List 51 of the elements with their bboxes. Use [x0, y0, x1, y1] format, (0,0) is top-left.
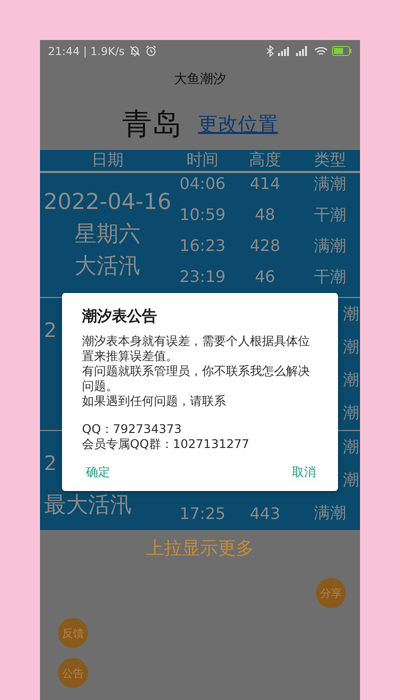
signal-icon	[296, 46, 310, 56]
signal-icon	[278, 46, 292, 56]
time-cell: 04:06	[179, 174, 226, 193]
type-cell: 潮	[343, 403, 359, 422]
dialog-button[interactable]: 取消	[288, 462, 320, 483]
type-cell: 潮	[343, 304, 359, 323]
wifi-icon	[314, 46, 328, 56]
type-cell: 潮	[343, 470, 359, 489]
dialog-text: 潮汐表本身就有误差，需要个人根据具体位置来推算误差值。	[82, 334, 311, 364]
column-header: 时间	[186, 150, 220, 171]
dialog-title: 潮汐表公告	[82, 307, 158, 326]
pull-up-hint: 上拉显示更多	[145, 537, 255, 561]
dialog-text: 如果遇到任何问题，请联系	[82, 394, 227, 409]
height-cell: 443	[250, 504, 280, 523]
city-name: 青岛	[122, 106, 182, 144]
type-cell: 干潮	[314, 267, 346, 286]
time-cell: 10:59	[179, 205, 226, 224]
time-cell: 16:23	[179, 236, 226, 255]
type-cell: 潮	[343, 370, 359, 389]
type-cell: 满潮	[314, 174, 346, 193]
date-text: 2	[44, 317, 57, 344]
time-cell: 17:25	[179, 504, 226, 523]
type-cell: 满潮	[314, 236, 346, 255]
dialog-text: 有问题就联系管理员，你不联系我怎么解决问题。	[82, 364, 311, 394]
battery-icon	[332, 46, 352, 56]
date-text: 最大活汛	[44, 492, 132, 520]
height-cell: 414	[250, 174, 280, 193]
column-header: 日期	[90, 150, 124, 171]
bell-off-icon	[128, 45, 141, 57]
app-title: 大鱼潮汐	[173, 71, 227, 89]
dialog-button[interactable]: 确定	[82, 462, 114, 483]
date-text: 2	[44, 450, 57, 477]
contact-text: QQ：792734373	[82, 422, 183, 437]
alarm-icon	[144, 45, 157, 57]
date-text: 星期六	[74, 221, 140, 249]
height-cell: 428	[250, 236, 280, 255]
height-cell: 48	[254, 205, 276, 224]
column-header: 高度	[248, 150, 282, 171]
type-cell: 干潮	[314, 205, 346, 224]
date-text: 2022-04-16	[44, 189, 172, 217]
column-header: 类型	[313, 150, 347, 171]
height-cell: 46	[254, 267, 276, 286]
change-location-link[interactable]: 更改位置	[198, 110, 278, 138]
type-cell: 潮	[343, 437, 359, 456]
status-time: 21:44 | 1.9K/s	[48, 44, 125, 58]
date-text: 大活汛	[74, 253, 140, 281]
type-cell: 满潮	[314, 503, 346, 522]
contact-text: 会员专属QQ群：1027131277	[82, 437, 250, 452]
type-cell: 潮	[343, 337, 359, 356]
time-cell: 23:19	[179, 267, 226, 286]
bluetooth-icon	[266, 45, 274, 57]
